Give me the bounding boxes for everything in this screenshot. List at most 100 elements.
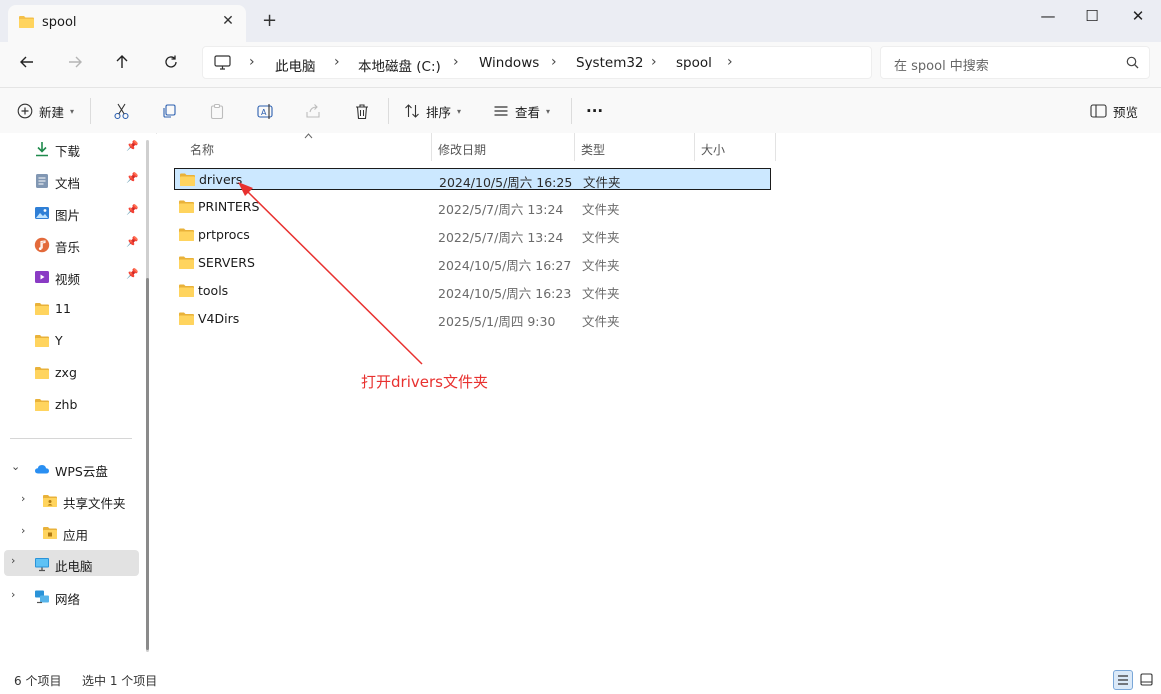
sidebar-item-shared-folder[interactable]: › 共享文件夹 bbox=[0, 488, 140, 514]
pin-icon[interactable]: 📌 bbox=[126, 141, 138, 152]
pin-icon[interactable]: 📌 bbox=[126, 205, 138, 216]
forward-button[interactable] bbox=[64, 54, 86, 76]
chevron-right-icon[interactable]: › bbox=[21, 492, 25, 505]
chevron-right-icon[interactable]: › bbox=[727, 54, 733, 70]
chevron-right-icon[interactable]: › bbox=[11, 554, 15, 567]
chevron-right-icon[interactable]: › bbox=[11, 588, 15, 601]
breadcrumb-windows[interactable]: Windows bbox=[479, 55, 539, 71]
sidebar-item-label: 此电脑 bbox=[55, 559, 93, 574]
sidebar-item-label: 图片 bbox=[55, 208, 81, 223]
tab-spool[interactable]: spool ✕ bbox=[8, 5, 246, 42]
pin-icon[interactable]: 📌 bbox=[126, 237, 138, 248]
copy-icon bbox=[163, 104, 176, 118]
minimize-button[interactable]: — bbox=[1038, 6, 1058, 26]
sidebar-item-wps-cloud[interactable]: ⌄ WPS云盘 bbox=[0, 456, 140, 482]
preview-pane-button[interactable]: 预览 bbox=[1090, 100, 1138, 122]
delete-button[interactable] bbox=[354, 100, 370, 122]
sidebar-item-pictures[interactable]: 图片 📌 bbox=[0, 200, 140, 226]
back-button[interactable] bbox=[16, 54, 38, 76]
sidebar-item-videos[interactable]: 视频 📌 bbox=[0, 264, 140, 290]
video-icon bbox=[35, 271, 49, 283]
toolbar-divider bbox=[388, 98, 389, 124]
folder-icon bbox=[35, 303, 49, 315]
chevron-down-icon: ▾ bbox=[546, 106, 551, 116]
close-tab-icon[interactable]: ✕ bbox=[220, 13, 236, 29]
chevron-right-icon[interactable]: › bbox=[334, 54, 340, 70]
new-label: 新建 bbox=[39, 104, 65, 120]
column-header-name[interactable]: 名称 bbox=[184, 133, 432, 161]
search-input[interactable]: 在 spool 中搜索 bbox=[894, 55, 989, 74]
folder-icon bbox=[19, 16, 34, 28]
details-view-icon bbox=[1118, 675, 1128, 685]
chevron-down-icon[interactable]: ⌄ bbox=[11, 460, 20, 473]
sidebar-item-label: 网络 bbox=[55, 592, 81, 607]
annotation-text: 打开drivers文件夹 bbox=[361, 373, 488, 391]
sidebar-item-11[interactable]: 11 bbox=[0, 296, 140, 322]
more-options-button[interactable]: ··· bbox=[586, 100, 603, 122]
breadcrumb-system32[interactable]: System32 bbox=[576, 55, 644, 71]
sort-button[interactable]: 排序 ▾ bbox=[404, 100, 461, 122]
folder-icon bbox=[35, 335, 49, 347]
column-divider[interactable] bbox=[775, 133, 776, 161]
sort-label: 排序 bbox=[426, 104, 452, 120]
chevron-right-icon[interactable]: › bbox=[21, 524, 25, 537]
column-header-size[interactable]: 大小 bbox=[695, 133, 776, 161]
chevron-right-icon[interactable]: › bbox=[453, 54, 459, 70]
column-header-date[interactable]: 修改日期 bbox=[432, 133, 575, 161]
pin-icon[interactable]: 📌 bbox=[126, 173, 138, 184]
sidebar-item-apps[interactable]: › 应用 bbox=[0, 520, 140, 546]
close-window-button[interactable]: ✕ bbox=[1128, 6, 1148, 26]
file-row-printers[interactable]: PRINTERS 2022/5/7/周六 13:24 文件夹 bbox=[174, 196, 771, 218]
breadcrumb-thispc[interactable]: 此电脑 bbox=[275, 55, 316, 75]
file-row-prtprocs[interactable]: prtprocs 2022/5/7/周六 13:24 文件夹 bbox=[174, 224, 771, 246]
sidebar-item-thispc[interactable]: › 此电脑 bbox=[4, 550, 139, 576]
breadcrumb-spool[interactable]: spool bbox=[676, 55, 712, 71]
chevron-right-icon[interactable]: › bbox=[249, 54, 255, 70]
file-type: 文件夹 bbox=[582, 286, 620, 301]
new-tab-button[interactable]: + bbox=[262, 12, 277, 30]
share-button[interactable] bbox=[305, 100, 321, 122]
file-name: prtprocs bbox=[198, 227, 250, 242]
preview-label: 预览 bbox=[1113, 104, 1139, 120]
folder-icon bbox=[180, 173, 195, 186]
sidebar-scrollbar-thumb[interactable] bbox=[146, 278, 149, 650]
up-button[interactable] bbox=[111, 54, 133, 76]
sidebar-item-y[interactable]: Y bbox=[0, 328, 140, 354]
apps-folder-icon bbox=[43, 527, 57, 539]
new-button[interactable]: 新建 ▾ bbox=[17, 100, 74, 122]
sidebar-item-label: 音乐 bbox=[55, 240, 81, 255]
pin-icon[interactable]: 📌 bbox=[126, 269, 138, 280]
sidebar-item-zxg[interactable]: zxg bbox=[0, 360, 140, 386]
sidebar-item-music[interactable]: 音乐 📌 bbox=[0, 232, 140, 258]
file-date: 2022/5/7/周六 13:24 bbox=[438, 230, 564, 245]
sidebar-item-zhb[interactable]: zhb bbox=[0, 392, 140, 418]
sort-icon bbox=[405, 104, 419, 118]
copy-button[interactable] bbox=[161, 100, 177, 122]
column-header-type[interactable]: 类型 bbox=[575, 133, 695, 161]
sidebar-item-network[interactable]: › 网络 bbox=[0, 584, 140, 610]
file-row-servers[interactable]: SERVERS 2024/10/5/周六 16:27 文件夹 bbox=[174, 252, 771, 274]
rename-button[interactable]: A bbox=[257, 100, 274, 122]
chevron-right-icon[interactable]: › bbox=[651, 54, 657, 70]
maximize-button[interactable]: ☐ bbox=[1082, 6, 1102, 26]
file-row-tools[interactable]: tools 2024/10/5/周六 16:23 文件夹 bbox=[174, 280, 771, 302]
address-field[interactable]: › 此电脑 › 本地磁盘 (C:) › Windows › System32 ›… bbox=[202, 46, 872, 79]
cut-button[interactable] bbox=[113, 100, 130, 122]
tiles-view-button[interactable] bbox=[1137, 670, 1157, 690]
breadcrumb-local-disk[interactable]: 本地磁盘 (C:) bbox=[358, 55, 441, 75]
chevron-right-icon[interactable]: › bbox=[551, 54, 557, 70]
toolbar-divider bbox=[571, 98, 572, 124]
file-row-drivers[interactable]: drivers 2024/10/5/周六 16:25 文件夹 bbox=[174, 168, 771, 190]
paste-button[interactable] bbox=[209, 100, 225, 122]
folder-icon bbox=[179, 200, 194, 213]
sidebar-item-documents[interactable]: 文档 📌 bbox=[0, 168, 140, 194]
refresh-button[interactable] bbox=[160, 54, 182, 76]
clipboard-icon bbox=[210, 103, 224, 119]
file-row-v4dirs[interactable]: V4Dirs 2025/5/1/周四 9:30 文件夹 bbox=[174, 308, 771, 330]
view-button[interactable]: 查看 ▾ bbox=[493, 100, 550, 122]
search-box[interactable]: 在 spool 中搜索 bbox=[880, 46, 1150, 79]
file-name: PRINTERS bbox=[198, 199, 260, 214]
sidebar-item-downloads[interactable]: 下载 📌 bbox=[0, 136, 140, 162]
folder-icon bbox=[35, 367, 49, 379]
details-view-button[interactable] bbox=[1113, 670, 1133, 690]
